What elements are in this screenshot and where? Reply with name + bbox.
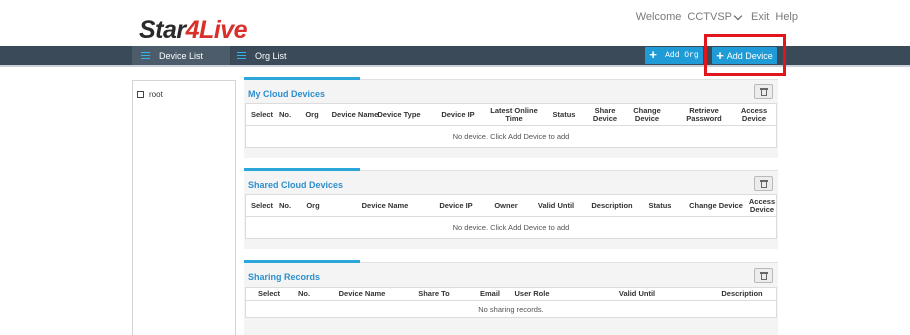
column-header[interactable]: Share Device (587, 104, 623, 125)
shared-cloud-devices-panel: Shared Cloud Devices Select No. Org Devi… (244, 168, 778, 249)
column-header[interactable]: Device Name (332, 288, 392, 300)
column-header[interactable]: Description (588, 195, 636, 216)
username: CCTVSP (687, 11, 733, 23)
column-header[interactable]: Valid Until (534, 195, 578, 216)
delete-button[interactable] (754, 84, 773, 99)
column-header[interactable]: Select (248, 104, 276, 125)
column-header[interactable]: Status (542, 104, 586, 125)
column-header[interactable]: User Role (510, 288, 554, 300)
list-icon (141, 51, 150, 60)
org-tree: root (132, 80, 236, 335)
delete-button[interactable] (754, 176, 773, 191)
table-header: Select No. Org Device Name Device Type D… (245, 103, 777, 126)
empty-message: No device. Click Add Device to add (245, 217, 777, 239)
column-header[interactable]: Org (298, 104, 326, 125)
tab-device-list-label: Device List (159, 50, 204, 61)
tab-org-list[interactable]: Org List (230, 46, 314, 65)
highlight-box (704, 34, 786, 76)
column-header[interactable]: Select (254, 288, 284, 300)
plus-icon: + (649, 48, 658, 63)
column-header[interactable]: Change Device (688, 195, 744, 216)
column-header[interactable]: Owner (490, 195, 522, 216)
column-header[interactable]: Device Type (374, 104, 424, 125)
column-header[interactable]: Status (644, 195, 676, 216)
welcome-text: Welcome (635, 11, 682, 23)
column-header[interactable]: Access Device (746, 195, 778, 216)
tab-org-list-label: Org List (255, 50, 287, 61)
panel-tab-indicator (244, 168, 360, 171)
panel-title: Shared Cloud Devices (248, 180, 344, 190)
column-header[interactable]: Valid Until (614, 288, 660, 300)
column-header[interactable]: Device IP (436, 195, 476, 216)
table-header: Select No. Org Device Name Device IP Own… (245, 194, 777, 217)
column-header[interactable]: Access Device (736, 104, 772, 125)
column-header[interactable]: Description (714, 288, 770, 300)
my-cloud-devices-panel: My Cloud Devices Select No. Org Device N… (244, 77, 778, 158)
add-org-button[interactable]: + Add Org (645, 47, 703, 64)
column-header[interactable]: Share To (412, 288, 456, 300)
panel-tab-indicator (244, 260, 360, 263)
list-icon (237, 51, 246, 60)
column-header[interactable]: Device Name (350, 195, 420, 216)
empty-message: No sharing records. (245, 301, 777, 318)
column-header[interactable]: Change Device (629, 104, 665, 125)
table-header: Select No. Device Name Share To Email Us… (245, 287, 777, 301)
tree-item-label: root (149, 90, 163, 99)
column-header[interactable]: No. (294, 288, 314, 300)
chevron-down-icon (733, 11, 743, 20)
help-link[interactable]: Help (775, 11, 798, 23)
column-header[interactable]: Device IP (435, 104, 481, 125)
panel-title: My Cloud Devices (248, 89, 326, 99)
panel-title: Sharing Records (248, 272, 321, 282)
column-header[interactable]: Retrieve Password (678, 104, 730, 125)
logo-accent: 4Live (185, 16, 248, 44)
checkbox-icon[interactable] (137, 91, 144, 98)
sharing-records-panel: Sharing Records Select No. Device Name S… (244, 260, 778, 335)
tab-device-list[interactable]: Device List (132, 46, 230, 65)
user-bar: Welcome CCTVSP Exit Help (636, 11, 798, 23)
tree-item-root[interactable]: root (137, 90, 163, 99)
page: Star4Live Welcome CCTVSP Exit Help Devic… (0, 0, 910, 335)
panel-tab-indicator (244, 77, 360, 80)
delete-button[interactable] (754, 268, 773, 283)
logo-main: Star (139, 16, 186, 44)
add-org-label: Add Org (665, 51, 699, 60)
user-menu[interactable]: CCTVSP (687, 11, 745, 23)
logo: Star4Live (139, 16, 248, 45)
column-header[interactable]: Org (298, 195, 328, 216)
column-header[interactable]: Email (476, 288, 504, 300)
column-header[interactable]: Latest Online Time (486, 104, 542, 125)
empty-message: No device. Click Add Device to add (245, 126, 777, 148)
exit-link[interactable]: Exit (751, 11, 769, 23)
column-header[interactable]: No. (276, 195, 294, 216)
column-header[interactable]: Select (248, 195, 276, 216)
column-header[interactable]: Device Name (330, 104, 380, 125)
column-header[interactable]: No. (276, 104, 294, 125)
